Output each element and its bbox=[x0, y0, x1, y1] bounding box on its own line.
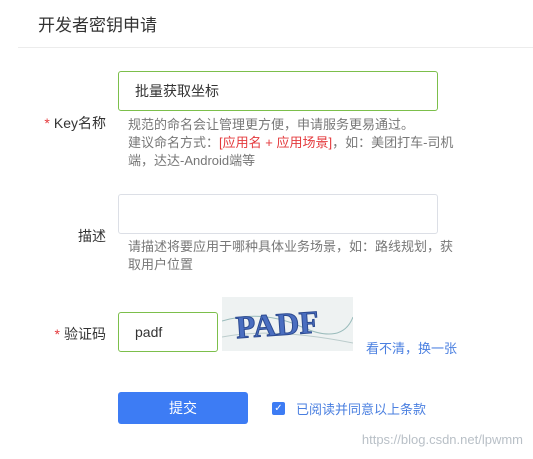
page-title: 开发者密钥申请 bbox=[38, 16, 157, 35]
key-name-input[interactable]: 批量获取坐标 bbox=[118, 71, 438, 111]
captcha-input[interactable]: padf bbox=[118, 312, 218, 352]
submit-button[interactable]: 提交 bbox=[118, 392, 248, 424]
key-name-help-suffix: ，如：美团打车-司机 bbox=[332, 135, 454, 150]
captcha-image[interactable]: PADF bbox=[222, 297, 353, 351]
key-name-help: 规范的命名会让管理更方便，申请服务更易通过。 建议命名方式：[应用名 + 应用场… bbox=[128, 116, 453, 170]
key-name-help-prefix: 建议命名方式： bbox=[128, 135, 220, 150]
description-label-text: 描述 bbox=[78, 228, 106, 244]
key-name-label: * Key名称 bbox=[40, 113, 106, 133]
description-help-line1: 请描述将要应用于哪种具体业务场景，如：路线规划，获 bbox=[128, 239, 454, 254]
description-help: 请描述将要应用于哪种具体业务场景，如：路线规划，获 取用户位置 bbox=[128, 238, 453, 274]
description-help-line2: 取用户位置 bbox=[128, 257, 194, 272]
key-name-help-highlight: [应用名 + 应用场景] bbox=[219, 135, 333, 150]
key-name-help-line1: 规范的命名会让管理更方便，申请服务更易通过。 bbox=[128, 117, 415, 132]
description-label: 描述 bbox=[40, 226, 106, 246]
description-input[interactable] bbox=[118, 194, 438, 234]
key-name-label-text: Key名称 bbox=[53, 115, 106, 131]
captcha-label-text: 验证码 bbox=[64, 326, 106, 342]
required-marker: * bbox=[44, 115, 50, 131]
agree-label: 已阅读并同意以上条款 bbox=[296, 402, 427, 417]
title-divider bbox=[18, 47, 533, 48]
captcha-text: PADF bbox=[235, 303, 320, 345]
agree-checkbox-row[interactable]: ✓ 已阅读并同意以上条款 bbox=[272, 399, 426, 418]
key-name-value: 批量获取坐标 bbox=[135, 83, 219, 99]
checkbox-checked-icon[interactable]: ✓ bbox=[272, 402, 285, 415]
refresh-captcha-link[interactable]: 看不清，换一张 bbox=[366, 338, 457, 357]
watermark: https://blog.csdn.net/lpwmm bbox=[361, 432, 523, 447]
key-name-help-line2: 建议命名方式：[应用名 + 应用场景]，如：美团打车-司机 bbox=[128, 134, 453, 152]
captcha-label: * 验证码 bbox=[40, 324, 106, 344]
captcha-graphic: PADF bbox=[222, 303, 353, 346]
required-marker: * bbox=[54, 326, 60, 342]
captcha-value: padf bbox=[135, 324, 163, 340]
key-name-help-line3: 端，达达-Android端等 bbox=[128, 153, 256, 168]
